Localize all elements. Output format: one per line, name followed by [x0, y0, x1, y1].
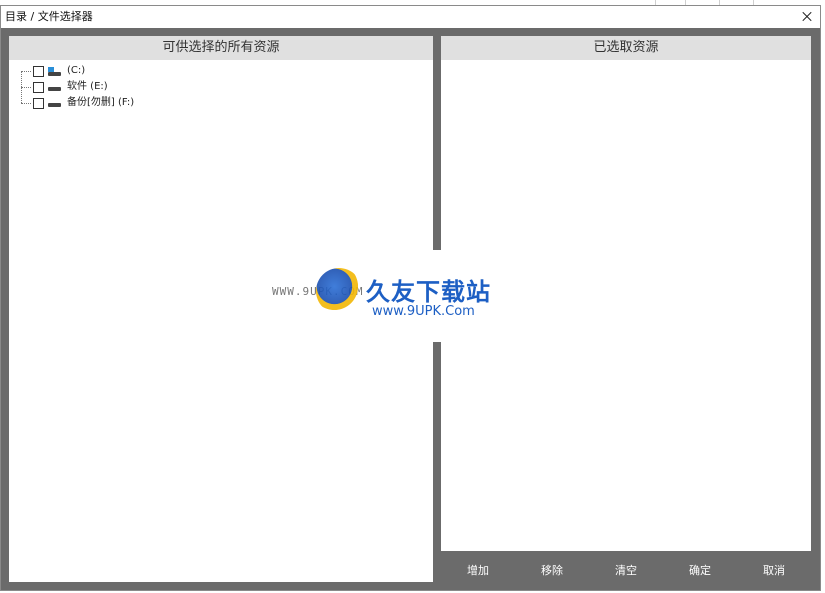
drive-c-checkbox[interactable] [33, 65, 44, 77]
selected-resources-list[interactable] [441, 60, 811, 551]
file-selector-window: 目录 / 文件选择器 可供选择的所有资源 (C:) 软件 (E:) 备份[勿删]… [0, 5, 821, 591]
hard-drive-icon [48, 87, 61, 91]
available-resources-header: 可供选择的所有资源 [9, 36, 433, 60]
tree-item-drive-f[interactable]: 备份[勿删] (F:) [21, 95, 433, 111]
selected-resources-header: 已选取资源 [441, 36, 811, 60]
tree-connector [21, 71, 31, 72]
cancel-button[interactable]: 取消 [753, 558, 795, 582]
close-button[interactable] [796, 7, 818, 27]
window-content: 可供选择的所有资源 (C:) 软件 (E:) 备份[勿删] (F:) 已选取资源… [1, 28, 820, 590]
title-bar: 目录 / 文件选择器 [1, 6, 820, 28]
hard-drive-icon [48, 103, 61, 107]
window-title: 目录 / 文件选择器 [5, 10, 93, 23]
tree-item-drive-c[interactable]: (C:) [21, 63, 433, 79]
tree-connector [21, 87, 31, 88]
drive-c-label[interactable]: (C:) [67, 64, 85, 78]
selected-resources-panel: 已选取资源 [441, 36, 811, 551]
drive-tree: (C:) 软件 (E:) 备份[勿删] (F:) [9, 60, 433, 111]
drive-f-label[interactable]: 备份[勿删] (F:) [67, 96, 134, 110]
panel-divider [433, 250, 441, 342]
tree-item-drive-e[interactable]: 软件 (E:) [21, 79, 433, 95]
confirm-button[interactable]: 确定 [679, 558, 721, 582]
clear-button[interactable]: 清空 [605, 558, 647, 582]
drive-f-checkbox[interactable] [33, 97, 44, 109]
tree-connector [21, 103, 31, 104]
remove-button[interactable]: 移除 [531, 558, 573, 582]
available-resources-panel: 可供选择的所有资源 (C:) 软件 (E:) 备份[勿删] (F:) [9, 36, 433, 582]
add-button[interactable]: 增加 [457, 558, 499, 582]
action-button-bar: 增加 移除 清空 确定 取消 [441, 555, 811, 585]
drive-e-label[interactable]: 软件 (E:) [67, 80, 108, 94]
system-drive-icon [48, 66, 61, 76]
drive-e-checkbox[interactable] [33, 81, 44, 93]
